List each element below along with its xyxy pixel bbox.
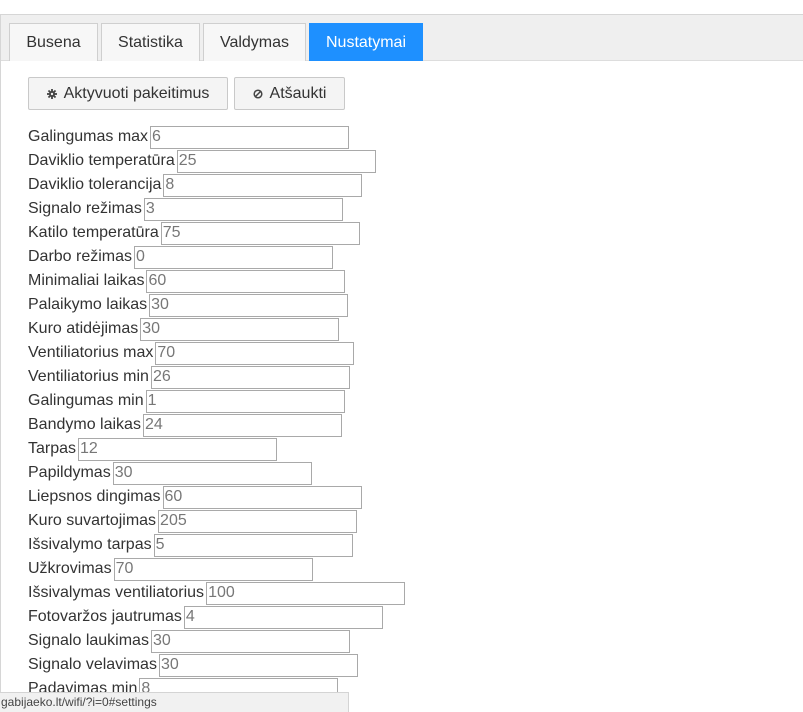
setting-input[interactable] — [150, 365, 350, 389]
setting-input[interactable] — [113, 557, 313, 581]
setting-input[interactable] — [78, 437, 278, 461]
setting-label: Papildymas — [28, 464, 111, 481]
setting-input[interactable] — [158, 653, 358, 677]
setting-label: Užkrovimas — [28, 560, 112, 577]
setting-input[interactable] — [158, 509, 358, 533]
setting-row: Galingumas max — [28, 125, 405, 149]
setting-label: Signalo laukimas — [28, 632, 149, 649]
setting-label: Liepsnos dingimas — [28, 488, 161, 505]
setting-label: Ventiliatorius min — [28, 368, 149, 385]
setting-input[interactable] — [146, 269, 346, 293]
setting-row: Daviklio tolerancija — [28, 173, 405, 197]
cancel-icon — [252, 88, 263, 99]
cancel-label: Atšaukti — [269, 85, 327, 102]
status-bar-url: gabijaeko.lt/wifi/?i=0#settings — [0, 692, 349, 712]
setting-input[interactable] — [150, 125, 350, 149]
setting-row: Tarpas — [28, 437, 405, 461]
setting-row: Kuro suvartojimas — [28, 509, 405, 533]
setting-label: Palaikymo laikas — [28, 296, 148, 313]
setting-row: Kuro atidėjimas — [28, 317, 405, 341]
setting-label: Signalo velavimas — [28, 656, 157, 673]
setting-row: Palaikymo laikas — [28, 293, 405, 317]
tab-valdymas[interactable]: Valdymas — [203, 23, 306, 61]
setting-label: Fotovaržos jautrumas — [28, 608, 182, 625]
setting-input[interactable] — [183, 605, 383, 629]
setting-label: Galingumas max — [28, 128, 149, 145]
apply-changes-button[interactable]: Aktyvuoti pakeitimus — [28, 77, 228, 110]
apply-changes-label: Aktyvuoti pakeitimus — [63, 85, 210, 102]
setting-row: Daviklio temperatūra — [28, 149, 405, 173]
setting-row: Signalo velavimas — [28, 653, 405, 677]
setting-label: Galingumas min — [28, 392, 144, 409]
setting-label: Išsivalymo tarpas — [28, 536, 152, 553]
setting-input[interactable] — [163, 173, 363, 197]
setting-row: Katilo temperatūra — [28, 221, 405, 245]
setting-input[interactable] — [206, 581, 406, 605]
setting-row: Išsivalymas ventiliatorius — [28, 581, 406, 605]
setting-row: Signalo laukimas — [28, 629, 405, 653]
setting-input[interactable] — [153, 533, 353, 557]
setting-label: Signalo režimas — [28, 200, 142, 217]
setting-label: Katilo temperatūra — [28, 224, 159, 241]
setting-input[interactable] — [143, 197, 343, 221]
setting-label: Daviklio temperatūra — [28, 152, 175, 169]
setting-input[interactable] — [112, 461, 312, 485]
setting-input[interactable] — [176, 149, 376, 173]
setting-input[interactable] — [142, 413, 342, 437]
setting-row: Užkrovimas — [28, 557, 405, 581]
setting-input[interactable] — [145, 389, 345, 413]
tab-busena[interactable]: Busena — [9, 23, 98, 61]
cancel-button[interactable]: Atšaukti — [234, 77, 345, 110]
setting-input[interactable] — [155, 341, 355, 365]
setting-row: Išsivalymo tarpas — [28, 533, 405, 557]
setting-input[interactable] — [134, 245, 334, 269]
setting-row: Darbo režimas — [28, 245, 405, 269]
gear-icon — [46, 88, 57, 99]
setting-row: Minimaliai laikas — [28, 269, 405, 293]
setting-input[interactable] — [140, 317, 340, 341]
setting-label: Kuro atidėjimas — [28, 320, 139, 337]
setting-row: Liepsnos dingimas — [28, 485, 405, 509]
setting-row: Galingumas min — [28, 389, 405, 413]
setting-label: Darbo režimas — [28, 248, 133, 265]
setting-label: Daviklio tolerancija — [28, 176, 162, 193]
setting-label: Išsivalymas ventiliatorius — [28, 584, 205, 601]
setting-label: Ventiliatorius max — [28, 344, 154, 361]
setting-label: Kuro suvartojimas — [28, 512, 157, 529]
tab-statistika[interactable]: Statistika — [101, 23, 200, 61]
setting-row: Fotovaržos jautrumas — [28, 605, 405, 629]
setting-row: Papildymas — [28, 461, 405, 485]
setting-label: Bandymo laikas — [28, 416, 141, 433]
setting-label: Minimaliai laikas — [28, 272, 145, 289]
tab-nustatymai[interactable]: Nustatymai — [309, 23, 423, 61]
setting-input[interactable] — [150, 629, 350, 653]
setting-input[interactable] — [162, 485, 362, 509]
settings-list: Galingumas max Daviklio temperatūra Davi… — [28, 125, 406, 701]
setting-row: Bandymo laikas — [28, 413, 405, 437]
setting-label: Tarpas — [28, 440, 77, 457]
setting-row: Ventiliatorius max — [28, 341, 405, 365]
setting-row: Signalo režimas — [28, 197, 405, 221]
setting-input[interactable] — [149, 293, 349, 317]
setting-row: Ventiliatorius min — [28, 365, 405, 389]
setting-input[interactable] — [160, 221, 360, 245]
